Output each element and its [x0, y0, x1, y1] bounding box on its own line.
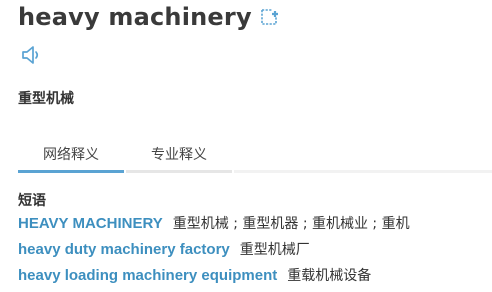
- phrase-definition: 重型机械 ; 重型机器 ; 重机械业 ; 重机: [172, 216, 410, 232]
- tab-web-definitions[interactable]: 网络释义: [18, 140, 124, 173]
- phrase-term-link[interactable]: heavy loading machinery equipment: [18, 267, 277, 284]
- phrase-term-link[interactable]: HEAVY MACHINERY: [18, 215, 163, 232]
- phrase-item: heavy loading machinery equipment 重载机械设备: [18, 266, 492, 292]
- tab-divider: [234, 170, 492, 173]
- definition-tabs: 网络释义 专业释义: [18, 140, 492, 173]
- phrase-definition: 重载机械设备: [287, 268, 372, 284]
- phrase-definition: 重型机械厂: [239, 242, 310, 258]
- phrase-item: HEAVY MACHINERY 重型机械 ; 重型机器 ; 重机械业 ; 重机: [18, 214, 492, 240]
- phrases-section-title: 短语: [18, 193, 46, 209]
- phrase-term-link[interactable]: heavy duty machinery factory: [18, 241, 230, 258]
- phrase-item: heavy duty machinery factory 重型机械厂: [18, 240, 492, 266]
- phrase-list: HEAVY MACHINERY 重型机械 ; 重型机器 ; 重机械业 ; 重机 h…: [18, 214, 492, 292]
- tab-professional-definitions[interactable]: 专业释义: [126, 140, 232, 173]
- word-translation: 重型机械: [18, 91, 74, 107]
- word-title: heavy machinery: [18, 3, 252, 31]
- add-to-wordbook-icon[interactable]: [259, 7, 279, 27]
- speaker-icon[interactable]: [20, 44, 42, 66]
